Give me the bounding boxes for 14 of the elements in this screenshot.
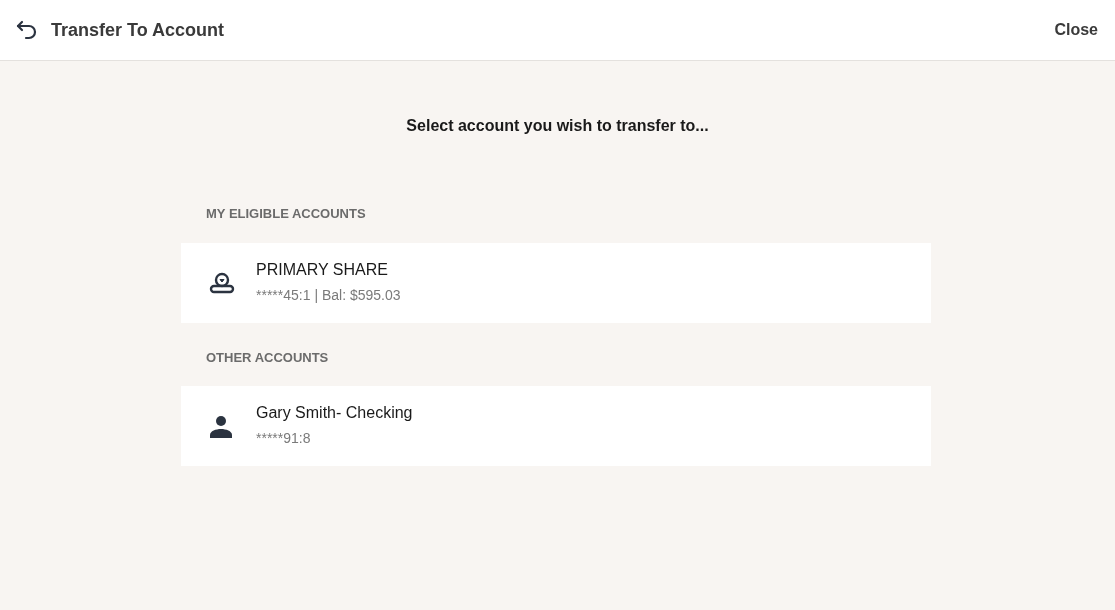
safe-icon (209, 271, 235, 294)
prompt-text: Select account you wish to transfer to... (405, 116, 710, 136)
account-card[interactable]: Gary Smith- Checking *****91:8 (181, 386, 931, 466)
section-heading: OTHER ACCOUNTS (206, 348, 330, 367)
back-icon[interactable] (16, 19, 38, 41)
account-detail: *****45:1 | Bal: $595.03 (256, 285, 401, 305)
person-icon (209, 414, 233, 438)
page-title: Transfer To Account (51, 18, 225, 42)
section-heading: MY ELIGIBLE ACCOUNTS (206, 205, 367, 223)
account-card[interactable]: PRIMARY SHARE *****45:1 | Bal: $595.03 (181, 242, 931, 323)
account-name: Gary Smith- Checking (256, 403, 413, 423)
account-name: PRIMARY SHARE (256, 259, 389, 280)
close-link[interactable]: Close (1054, 18, 1098, 42)
account-detail: *****91:8 (256, 429, 312, 448)
